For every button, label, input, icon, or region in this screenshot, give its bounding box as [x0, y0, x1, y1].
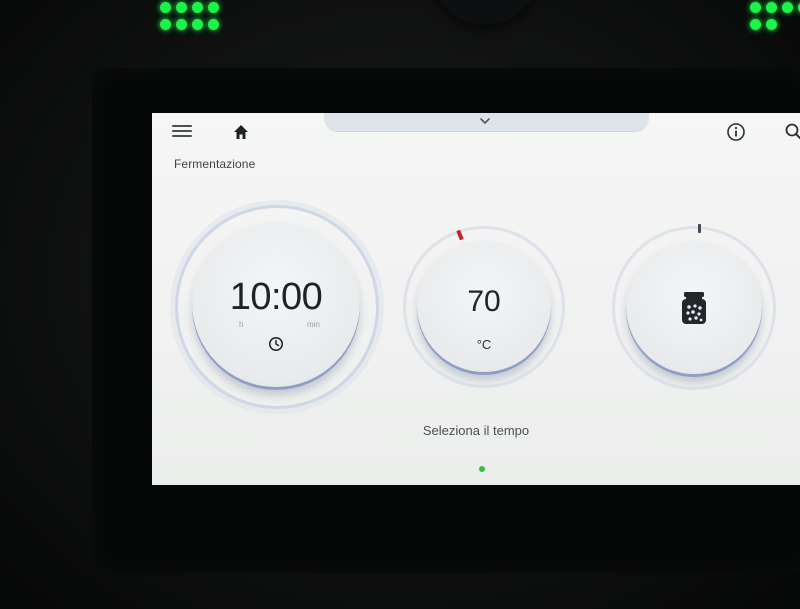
led	[160, 2, 171, 13]
page-indicator-dot	[479, 466, 485, 472]
home-icon	[234, 125, 248, 139]
led	[192, 19, 203, 30]
info-button[interactable]	[726, 122, 746, 142]
led	[208, 2, 219, 13]
pulldown-tab[interactable]	[324, 113, 649, 132]
minutes-unit-label: min	[307, 320, 320, 329]
appliance-body: Fermentazione 10:00 h min 70 °C Selezion…	[0, 0, 800, 609]
led	[782, 2, 793, 13]
led	[208, 19, 219, 30]
led	[176, 19, 187, 30]
touch-screen: Fermentazione 10:00 h min 70 °C Selezion…	[152, 113, 800, 485]
status-led-cluster-left	[160, 2, 222, 30]
led	[192, 2, 203, 13]
jar-icon	[682, 292, 706, 324]
home-button[interactable]	[232, 123, 250, 141]
clock-icon	[269, 337, 283, 351]
top-bar	[152, 113, 800, 149]
led	[766, 19, 777, 30]
info-icon	[727, 123, 745, 141]
speed-dial[interactable]	[626, 241, 762, 377]
led	[750, 2, 761, 13]
chevron-down-icon	[480, 118, 490, 125]
mode-title: Fermentazione	[174, 157, 256, 171]
time-value: 10:00	[229, 276, 323, 318]
temperature-unit: °C	[476, 337, 492, 352]
search-icon	[785, 123, 800, 140]
speed-level-marker	[698, 224, 701, 233]
search-button[interactable]	[784, 122, 800, 142]
appliance-top-knob	[430, 0, 540, 25]
led	[766, 2, 777, 13]
hours-unit-label: h	[239, 320, 244, 329]
instruction-text: Seleziona il tempo	[422, 423, 530, 438]
time-dial[interactable]: 10:00 h min	[192, 222, 360, 390]
hamburger-menu-icon	[172, 135, 192, 137]
temperature-value: 70	[467, 285, 501, 318]
hamburger-menu-icon	[172, 125, 192, 127]
menu-button[interactable]	[172, 125, 192, 139]
hamburger-menu-icon	[172, 130, 192, 132]
led	[160, 19, 171, 30]
led	[176, 2, 187, 13]
status-led-cluster-right	[750, 2, 800, 30]
led	[750, 19, 761, 30]
temperature-dial[interactable]: 70 °C	[417, 241, 551, 375]
